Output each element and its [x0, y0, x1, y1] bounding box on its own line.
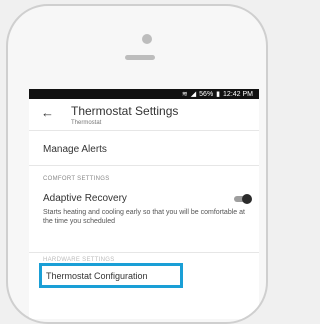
thermostat-configuration-button[interactable]: Thermostat Configuration [39, 263, 183, 288]
phone-frame: ≋ ◢ 56% ▮ 12:42 PM ← Thermostat Settings… [6, 4, 268, 324]
speaker [125, 55, 155, 60]
battery-percentage: 56% [199, 90, 214, 98]
adaptive-recovery-label: Adaptive Recovery [43, 193, 127, 204]
toggle-knob [242, 194, 252, 204]
comfort-settings-section: COMFORT SETTINGS Adaptive Recovery Start… [29, 166, 259, 253]
adaptive-recovery-description: Starts heating and cooling early so that… [43, 209, 245, 225]
adaptive-recovery-toggle[interactable] [234, 194, 252, 204]
thermostat-configuration-label: Thermostat Configuration [46, 271, 148, 281]
comfort-settings-heading: COMFORT SETTINGS [43, 176, 110, 182]
clock: 12:42 PM [223, 90, 253, 98]
arrow-left-icon[interactable]: ← [41, 105, 54, 120]
manage-alerts-row[interactable]: Manage Alerts [29, 131, 259, 166]
status-bar: ≋ ◢ 56% ▮ 12:42 PM [29, 89, 259, 99]
battery-icon: ▮ [216, 91, 221, 98]
app-screen: ≋ ◢ 56% ▮ 12:42 PM ← Thermostat Settings… [29, 89, 259, 319]
hardware-settings-section: HARDWARE SETTINGS Thermostat Configurati… [29, 253, 259, 293]
app-header: ← Thermostat Settings Thermostat [29, 99, 259, 131]
page-title: Thermostat Settings [71, 104, 179, 118]
wifi-icon: ≋ [181, 91, 188, 98]
camera [142, 34, 152, 44]
manage-alerts-label: Manage Alerts [43, 144, 107, 155]
signal-icon: ◢ [190, 91, 197, 98]
page-subtitle: Thermostat [71, 120, 102, 126]
